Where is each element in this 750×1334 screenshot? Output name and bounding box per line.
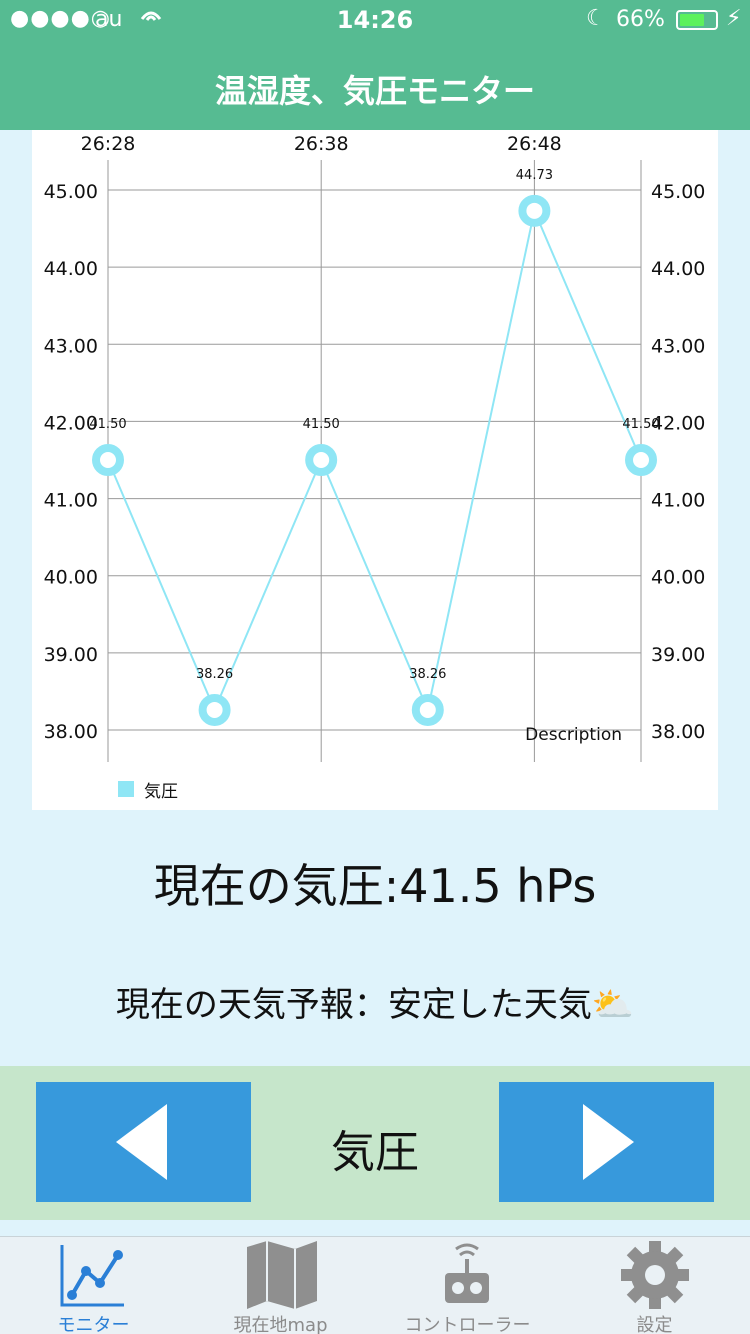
do-not-disturb-icon: ☾ — [586, 6, 606, 31]
gear-icon — [621, 1241, 689, 1309]
tab-settings-label: 設定 — [636, 1315, 673, 1334]
y-tick-label-right: 45.00 — [651, 181, 705, 203]
tab-map[interactable]: 現在地map — [187, 1237, 374, 1334]
tab-map-label: 現在地map — [233, 1315, 328, 1334]
tab-settings[interactable]: 設定 — [561, 1237, 748, 1334]
data-point — [518, 194, 551, 227]
battery-percent: 66% — [616, 7, 665, 32]
x-tick-label: 26:28 — [81, 133, 136, 155]
y-tick-label-right: 43.00 — [651, 335, 705, 357]
y-tick-label-left: 45.00 — [44, 181, 98, 203]
current-pressure: 現在の気圧:41.5 hPs — [153, 859, 597, 913]
x-tick-label: 26:38 — [294, 133, 349, 155]
y-tick-label-left: 41.00 — [44, 490, 98, 512]
y-tick-label-left: 39.00 — [44, 644, 98, 666]
tab-monitor[interactable]: モニター — [0, 1237, 187, 1334]
tab-controller-label: コントローラー — [404, 1315, 531, 1334]
data-label: 41.50 — [303, 417, 340, 432]
y-tick-label-right: 40.00 — [651, 567, 705, 589]
y-tick-label-right: 39.00 — [651, 644, 705, 666]
data-label: 38.26 — [196, 667, 233, 682]
controller-icon — [445, 1243, 489, 1303]
y-tick-label-right: 41.00 — [651, 490, 705, 512]
data-label: 44.73 — [516, 168, 553, 183]
data-point — [625, 444, 657, 476]
legend-label: 気圧 — [144, 782, 178, 802]
data-label: 38.26 — [409, 667, 446, 682]
tab-controller[interactable]: コントローラー — [374, 1237, 561, 1334]
status-bar: ●●●●○ au 14:26 ☾ 66% ⚡ — [0, 0, 750, 40]
sensor-selector: 気圧 — [0, 1066, 750, 1220]
next-sensor-button[interactable] — [499, 1082, 714, 1202]
data-point — [198, 693, 231, 726]
data-point — [411, 693, 444, 726]
y-tick-label-right: 38.00 — [651, 721, 705, 743]
y-tick-label-right: 44.00 — [651, 258, 705, 280]
arrow-right-icon — [583, 1104, 634, 1180]
map-icon — [247, 1241, 317, 1309]
y-tick-label-left: 43.00 — [44, 335, 98, 357]
data-label: 41.50 — [89, 417, 126, 432]
charging-icon: ⚡ — [726, 6, 742, 31]
tab-bar: モニター 現在地map コントローラー 設定 — [0, 1236, 750, 1334]
chart-canvas: 38.00 38.00 39.00 39.00 40.00 40.00 41.00 41.00… — [44, 133, 706, 802]
y-tick-label-left: 44.00 — [44, 258, 98, 280]
page-title: 温湿度、気圧モニター — [214, 72, 535, 110]
data-point — [92, 444, 124, 476]
data-point — [305, 444, 338, 476]
weather-forecast: 現在の天気予報：安定した天気⛅ — [115, 985, 635, 1025]
y-tick-label-left: 40.00 — [44, 567, 98, 589]
chart-description: Description — [525, 725, 622, 745]
pressure-chart[interactable]: 38.00 38.00 39.00 39.00 40.00 40.00 41.00 41.00… — [32, 130, 718, 810]
nav-header: ●●●●○ au 14:26 ☾ 66% ⚡ 温湿度、気圧モニター — [0, 0, 750, 130]
y-tick-label-left: 38.00 — [44, 721, 98, 743]
chart-icon — [60, 1245, 124, 1307]
battery-icon — [676, 10, 718, 30]
tab-monitor-label: モニター — [57, 1315, 130, 1334]
legend-swatch — [118, 781, 134, 797]
series-line — [107, 207, 642, 714]
data-label: 41.50 — [622, 417, 659, 432]
x-tick-label: 26:48 — [507, 133, 562, 155]
